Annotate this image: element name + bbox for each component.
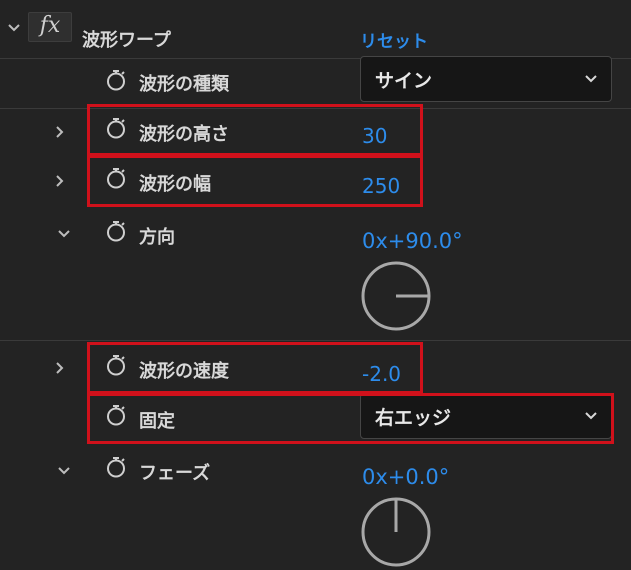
highlight-box bbox=[87, 104, 423, 156]
fx-toggle-button[interactable]: fx bbox=[28, 12, 72, 42]
chevron-down-icon[interactable] bbox=[56, 463, 72, 479]
effect-name: 波形ワープ bbox=[82, 30, 171, 51]
param-label-direction: 方向 bbox=[139, 227, 175, 248]
direction-angle-dial[interactable] bbox=[358, 258, 434, 334]
param-label-wave-type: 波形の種類 bbox=[139, 74, 229, 95]
reset-button[interactable]: リセット bbox=[360, 27, 428, 52]
phase-angle-dial[interactable] bbox=[358, 494, 434, 570]
wave-type-value: サイン bbox=[375, 70, 433, 92]
highlight-box bbox=[87, 342, 423, 394]
wave-type-select[interactable]: サイン bbox=[360, 56, 612, 102]
stopwatch-icon[interactable] bbox=[104, 68, 128, 92]
highlight-box bbox=[87, 393, 614, 444]
phase-value[interactable]: 0x+0.0° bbox=[362, 465, 449, 489]
direction-value[interactable]: 0x+90.0° bbox=[362, 229, 463, 253]
effect-collapse-chevron-icon[interactable] bbox=[6, 20, 22, 36]
highlight-box bbox=[87, 155, 423, 207]
effect-controls-panel: fx 波形ワープ リセット 波形の種類 サイン 波形の高さ 30 波形の幅 25… bbox=[0, 0, 631, 567]
divider bbox=[0, 340, 631, 341]
stopwatch-icon[interactable] bbox=[104, 219, 128, 243]
chevron-right-icon[interactable] bbox=[52, 173, 68, 189]
chevron-right-icon[interactable] bbox=[52, 360, 68, 376]
stopwatch-icon[interactable] bbox=[104, 455, 128, 479]
chevron-right-icon[interactable] bbox=[52, 124, 68, 140]
param-label-phase: フェーズ bbox=[139, 463, 211, 484]
chevron-down-icon bbox=[583, 71, 599, 87]
chevron-down-icon[interactable] bbox=[56, 226, 72, 242]
